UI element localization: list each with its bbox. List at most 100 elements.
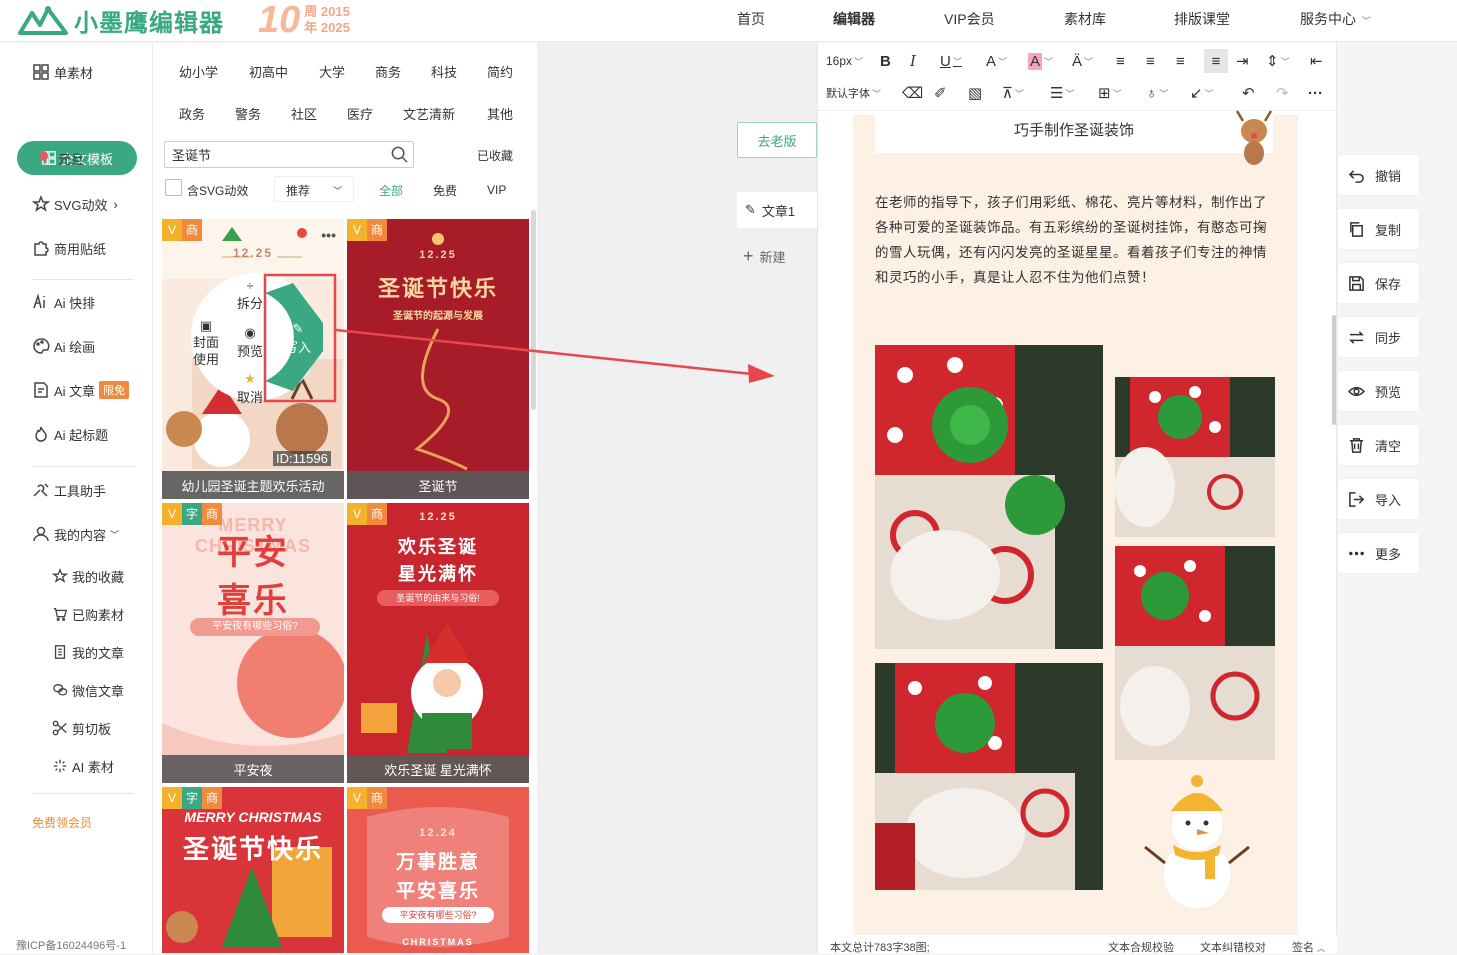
- divider-button[interactable]: ☰ ﹀: [1050, 81, 1074, 105]
- eraser-icon[interactable]: ⌫: [902, 81, 923, 105]
- sidebar-item-ai-material[interactable]: AI 素材: [52, 755, 114, 777]
- category-university[interactable]: 大学: [319, 62, 345, 81]
- redo-icon[interactable]: ↷: [1276, 81, 1289, 105]
- template-card[interactable]: MERRY CHRISTMAS 平安 喜乐 平安夜有哪些习俗? V字商 平安夜: [162, 503, 344, 783]
- sidebar-item-clipboard[interactable]: 剪切板: [52, 717, 111, 739]
- logo[interactable]: 小墨鹰编辑器: [18, 2, 224, 38]
- article-tab[interactable]: ✎ 文章1: [737, 192, 817, 228]
- free-member-link[interactable]: 免费领会员: [32, 814, 92, 831]
- arrow-down-left-icon[interactable]: ↙ ﹀: [1190, 81, 1214, 105]
- template-card[interactable]: 12.24 万事胜意 平安喜乐 平安夜有哪些习俗? CHRISTMAS V商: [347, 787, 529, 953]
- indent-button[interactable]: ⇥: [1236, 49, 1249, 73]
- sidebar-item-favorites[interactable]: 我的收藏: [52, 565, 124, 587]
- svg-checkbox[interactable]: [165, 179, 182, 196]
- filter-all[interactable]: 全部: [379, 179, 403, 201]
- sidebar-item-my-articles[interactable]: 我的文章: [52, 641, 124, 663]
- margin-button[interactable]: ⊞ ﹀: [1098, 81, 1122, 105]
- text-effect-button[interactable]: Ä ﹀: [1072, 49, 1093, 73]
- search-icon[interactable]: [390, 145, 409, 164]
- editor-scrollbar[interactable]: [1332, 315, 1336, 425]
- panel-scrollbar[interactable]: [531, 210, 536, 410]
- category-simple[interactable]: 简约: [487, 62, 513, 81]
- sync-button[interactable]: 同步: [1338, 317, 1419, 357]
- align-right-button[interactable]: ≡: [1176, 49, 1185, 73]
- sidebar-item-ai-article[interactable]: Ai 文章 限免: [32, 379, 130, 401]
- category-government[interactable]: 政务: [179, 104, 205, 123]
- filter-free[interactable]: 免费: [433, 179, 457, 201]
- line-height-button[interactable]: ⇕ ﹀: [1266, 49, 1290, 73]
- undo-icon[interactable]: ↶: [1242, 81, 1255, 105]
- underline-button[interactable]: U ﹀: [940, 49, 962, 73]
- template-card[interactable]: 12.25 欢乐圣诞 星光满怀 圣诞节的由来与习俗! V商 欢乐圣诞 星光满怀: [347, 503, 529, 783]
- preview-action[interactable]: ◉ 预览: [235, 325, 265, 360]
- category-high-school[interactable]: 初高中: [249, 62, 288, 81]
- sidebar-item-stickers[interactable]: 商用贴纸: [32, 237, 106, 259]
- image-icon[interactable]: ▧: [968, 81, 982, 105]
- template-card[interactable]: MERRY CHRISTMAS 圣诞节快乐 V字商: [162, 787, 344, 953]
- paragraph-spacing-button[interactable]: ⊼ ﹀: [1002, 81, 1024, 105]
- nav-home[interactable]: 首页: [737, 9, 765, 29]
- write-action[interactable]: ✎ 写入: [283, 321, 313, 356]
- split-action[interactable]: ÷ 拆分: [235, 279, 265, 312]
- more-icon[interactable]: ···: [1308, 81, 1323, 105]
- sidebar-item-tools[interactable]: 工具助手: [32, 479, 106, 501]
- font-size-select[interactable]: 16px ﹀: [826, 49, 863, 73]
- category-medical[interactable]: 医疗: [347, 104, 373, 123]
- category-police[interactable]: 警务: [235, 104, 261, 123]
- undo-button[interactable]: 撤销: [1338, 155, 1419, 195]
- justify-button[interactable]: ≡: [1204, 49, 1228, 73]
- preview-button[interactable]: 预览: [1338, 371, 1419, 411]
- exit-icon[interactable]: ⇤: [1310, 49, 1323, 73]
- document-paragraph[interactable]: 在老师的指导下，孩子们用彩纸、棉花、亮片等材料，制作出了各种可爱的圣诞装饰品。有…: [875, 190, 1273, 290]
- category-primary[interactable]: 幼小学: [179, 62, 218, 81]
- category-other[interactable]: 其他: [487, 104, 513, 123]
- sidebar-item-purchased[interactable]: 已购素材: [52, 603, 124, 625]
- more-button[interactable]: 更多: [1338, 533, 1419, 573]
- nav-class[interactable]: 排版课堂: [1174, 9, 1230, 29]
- font-color-button[interactable]: A ﹀: [986, 49, 1007, 73]
- filter-vip[interactable]: VIP: [487, 179, 506, 201]
- bulb-icon[interactable]: ♁ ﹀: [1146, 81, 1168, 105]
- document-canvas[interactable]: 巧手制作圣诞装饰 在老师的指导下，孩子们用彩纸、棉花、亮片等材料，制作出了各种可…: [853, 110, 1298, 945]
- new-article-button[interactable]: + 新建: [737, 238, 817, 274]
- font-family-select[interactable]: 默认字体 ﹀: [826, 81, 881, 105]
- align-left-button[interactable]: ≡: [1116, 49, 1125, 73]
- nav-editor[interactable]: 编辑器: [833, 9, 875, 29]
- copy-button[interactable]: 复制: [1338, 209, 1419, 249]
- template-card[interactable]: 12.25 圣诞节快乐 圣诞节的起源与发展 V商 圣诞节: [347, 219, 529, 499]
- sidebar-item-wechat[interactable]: 微信文章: [52, 679, 124, 701]
- nav-materials[interactable]: 素材库: [1064, 9, 1106, 29]
- sidebar-item-single[interactable]: 单素材: [32, 61, 93, 83]
- clear-button[interactable]: 清空: [1338, 425, 1419, 465]
- sidebar-item-ai-draw[interactable]: Ai 绘画: [32, 335, 95, 357]
- gift-photo[interactable]: [875, 345, 1103, 649]
- sidebar-item-svg[interactable]: SVG动效 ›: [32, 193, 118, 215]
- category-community[interactable]: 社区: [291, 104, 317, 123]
- category-literary[interactable]: 文艺清新: [403, 104, 455, 123]
- nav-vip[interactable]: VIP会员: [944, 9, 995, 29]
- gift-photo[interactable]: [1115, 546, 1275, 760]
- nav-service[interactable]: 服务中心 ﹀: [1300, 9, 1371, 29]
- save-button[interactable]: 保存: [1338, 263, 1419, 303]
- format-brush-icon[interactable]: ✐: [934, 81, 947, 105]
- align-center-button[interactable]: ≡: [1146, 49, 1155, 73]
- old-version-button[interactable]: 去老版: [737, 122, 817, 158]
- import-button[interactable]: 导入: [1338, 479, 1419, 519]
- italic-button[interactable]: I: [910, 49, 916, 73]
- cancel-action[interactable]: ★ 取消: [235, 371, 265, 406]
- bold-button[interactable]: B: [880, 49, 891, 73]
- sidebar-item-ai-layout[interactable]: Ai 快排: [32, 291, 95, 313]
- document-title[interactable]: 巧手制作圣诞装饰: [875, 115, 1273, 153]
- cover-use-action[interactable]: ▣ 封面使用: [191, 317, 221, 368]
- more-options-icon[interactable]: •••: [321, 227, 336, 243]
- sidebar-item-ai-title[interactable]: Ai 起标题: [32, 423, 108, 445]
- search-input[interactable]: [172, 147, 372, 162]
- icp-text[interactable]: 豫ICP备16024496号-1: [16, 937, 126, 953]
- category-business[interactable]: 商务: [375, 62, 401, 81]
- category-tech[interactable]: 科技: [431, 62, 457, 81]
- sidebar-item-newyear[interactable]: 元旦: [36, 147, 84, 169]
- sidebar-item-my-content[interactable]: 我的内容 ﹀: [32, 523, 119, 545]
- gift-photo[interactable]: [1115, 377, 1275, 537]
- gift-photo[interactable]: [875, 663, 1103, 890]
- collected-link[interactable]: 已收藏: [477, 147, 513, 164]
